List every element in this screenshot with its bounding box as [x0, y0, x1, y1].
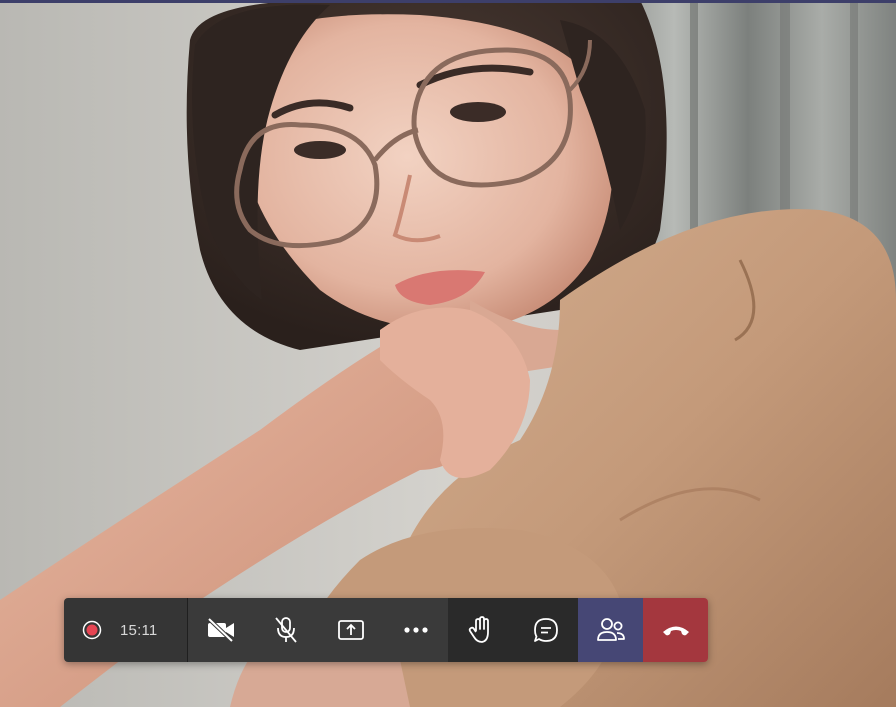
meeting-stage: 15:11 — [0, 0, 896, 707]
share-screen-button[interactable] — [318, 598, 383, 662]
share-tray-icon — [337, 620, 364, 640]
recording-indicator — [64, 598, 120, 662]
hang-up-icon — [662, 626, 689, 636]
show-conversation-button[interactable] — [513, 598, 578, 662]
participants-icon — [596, 618, 625, 641]
mic-toggle-button[interactable] — [253, 598, 318, 662]
call-status-group: 15:11 — [64, 598, 188, 662]
hang-up-button[interactable] — [643, 598, 708, 662]
show-participants-button[interactable] — [578, 598, 643, 662]
camera-toggle-button[interactable] — [188, 598, 253, 662]
record-icon — [82, 620, 102, 640]
more-actions-button[interactable] — [383, 598, 448, 662]
camera-off-icon — [207, 618, 234, 642]
call-duration-timer: 15:11 — [120, 621, 158, 639]
more-icon — [403, 627, 428, 633]
mic-off-icon — [274, 617, 297, 643]
window-top-strip — [0, 0, 896, 3]
hand-icon — [468, 616, 489, 643]
call-toolbar: 15:11 — [64, 598, 708, 662]
raise-hand-button[interactable] — [448, 598, 513, 662]
chat-icon — [533, 618, 558, 642]
